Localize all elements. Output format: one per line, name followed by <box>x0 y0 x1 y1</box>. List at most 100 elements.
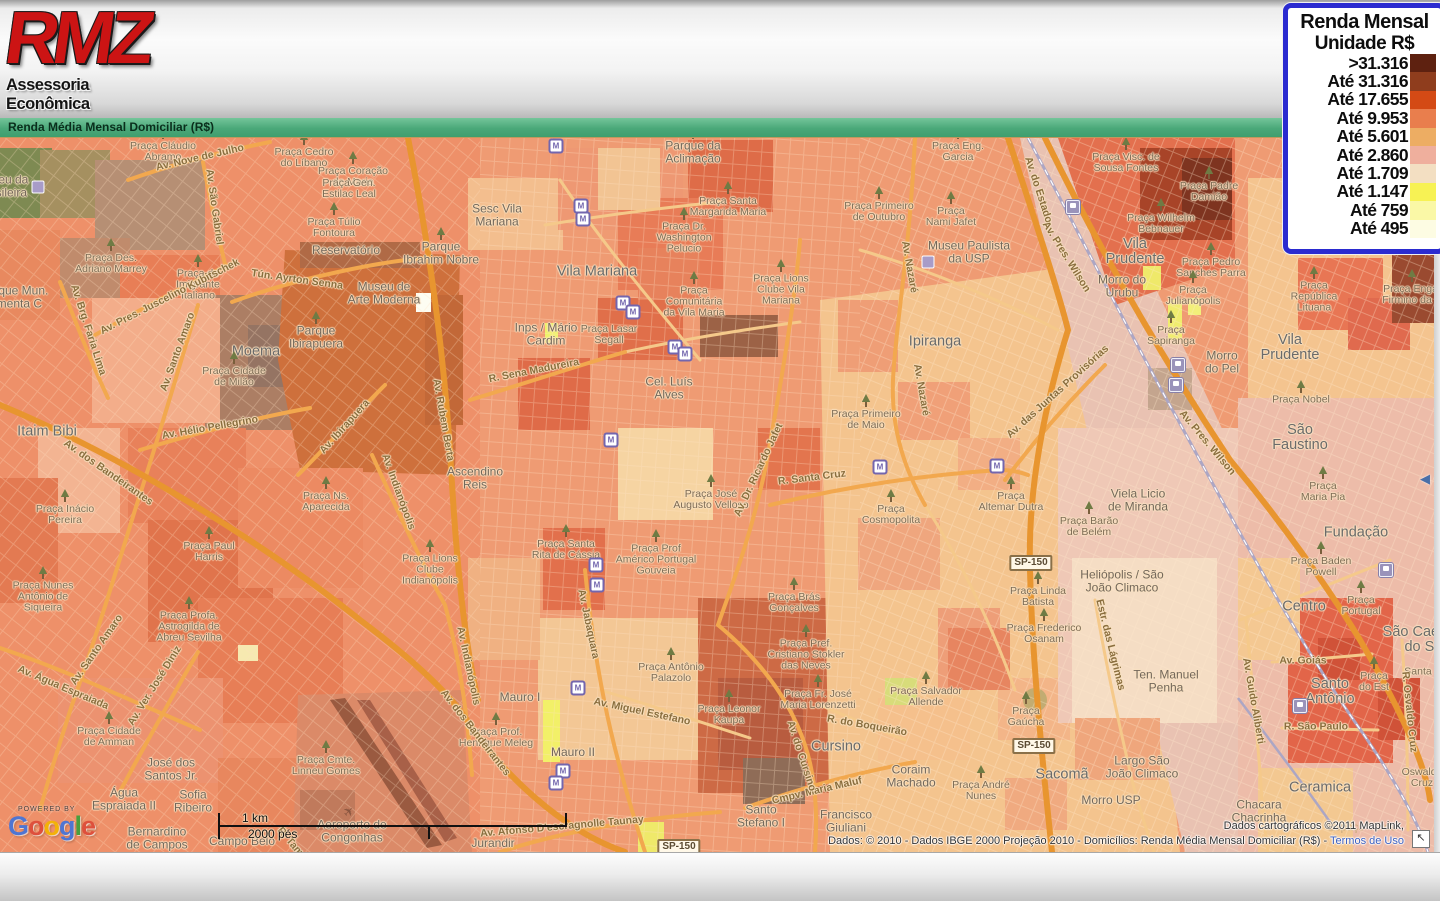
metro-station-icon: M <box>576 212 591 227</box>
map-label-road: R. Santa Cruz <box>777 468 846 487</box>
google-wordmark: Google <box>8 813 95 839</box>
map-label-area: Museu Paulista da USP <box>928 240 1010 265</box>
map-label-road: Estr. das Lágrimas <box>1093 598 1126 691</box>
tree-icon <box>348 151 358 164</box>
rmz-logo-text: RMZ <box>1 2 153 74</box>
route-shield: SP-150 <box>1009 555 1052 571</box>
map-label-praca: Praça Frederico Osanam <box>1007 623 1082 645</box>
map-label-praca: Praça Brás Gonçalves <box>768 592 820 614</box>
metro-station-icon: M <box>990 459 1005 474</box>
tree-icon <box>953 138 963 139</box>
map-canvas[interactable]: MoemaVila MarianaIpirangaItaim BibiCursi… <box>0 138 1434 852</box>
legend-swatch <box>1410 128 1436 146</box>
tree-icon <box>38 566 48 579</box>
legend-rows: >31.316Até 31.316Até 17.655Até 9.953Até … <box>1293 54 1436 238</box>
map-label-road: Av. Ibirapuera <box>318 398 372 457</box>
map-label-praca: Praça Paul Harris <box>183 541 234 563</box>
map-label-area: Viela Licio de Miranda <box>1108 488 1168 513</box>
tree-icon <box>1206 242 1216 255</box>
metro-station-icon: M <box>549 776 564 791</box>
map-label-locality: Vila Prudente <box>1261 333 1320 363</box>
map-label-praca: Praça Eng. Garcia <box>932 141 984 163</box>
map-label-road: Av. Nazaré <box>899 240 919 294</box>
map-label-area: Morro USP <box>1081 794 1140 807</box>
legend-swatch <box>1410 201 1436 219</box>
map-label-road: Av. Nazaré <box>911 363 931 417</box>
google-letter: e <box>81 811 95 841</box>
scale-km-label: 1 km <box>242 811 268 825</box>
map-label-praca: Praça Nami Jafet <box>926 206 976 228</box>
rmz-logo-subtitle: Assessoria Econômica <box>6 76 166 114</box>
map-label-road: Av. São Gabriel <box>203 168 225 245</box>
map-label-area: José dos Santos Jr. <box>144 757 197 782</box>
map-label-area: Ascendino Reis <box>447 466 503 491</box>
legend-swatch <box>1410 164 1436 182</box>
map-label-praca: Praça Cidade de Amman <box>77 726 141 748</box>
tree-icon <box>229 351 239 364</box>
google-logo[interactable]: POWERED BY Google <box>8 806 95 839</box>
legend-row: >31.316 <box>1293 54 1436 72</box>
map-label-area: Morro do Pel <box>1205 350 1239 375</box>
map-label-praca: Praça Des. Adriano Marrey <box>75 253 147 275</box>
map-label-layer: MoemaVila MarianaIpirangaItaim BibiCursi… <box>0 138 1434 852</box>
map-label-praca: Praça André Nunes <box>952 780 1010 802</box>
map-label-praca: Praça Gen. Estilac Leal <box>322 178 376 200</box>
tree-icon <box>723 181 733 194</box>
map-label-praca: Praça Wilhelm Bebnauer <box>1127 213 1195 235</box>
google-letter: G <box>8 811 28 841</box>
tree-icon <box>491 712 501 725</box>
map-label-locality: Ceramica <box>1289 781 1351 796</box>
map-label-praca: Praça Cedro do Líbano <box>275 147 334 169</box>
map-label-praca: Oswaldo Cruz <box>1402 767 1434 789</box>
train-station-icon <box>1171 358 1185 372</box>
tree-icon <box>184 596 194 609</box>
map-label-locality: Ipiranga <box>909 335 961 350</box>
map-label-praca: Praça República Lituana <box>1291 281 1338 314</box>
map-label-road: Av. Indianópolis <box>379 453 417 532</box>
map-label-road: Av. Guido Aliberti <box>1240 657 1266 745</box>
map-label-praca: Praça Profa. Astrogilda de Abreu Sevilha <box>156 611 221 644</box>
map-label-praca: Praça Enga. Firmino da S <box>1382 284 1434 306</box>
map-label-locality: Santo Antônio <box>1305 677 1354 707</box>
tree-icon <box>689 271 699 284</box>
metro-station-icon: M <box>604 433 619 448</box>
legend-row: Até 1.709 <box>1293 164 1436 182</box>
tree-icon <box>1156 198 1166 211</box>
tree-icon <box>1084 501 1094 514</box>
map-label-road: Av. do Cursino <box>784 719 817 792</box>
map-label-praca: Praça Cidade de Milão <box>202 366 266 388</box>
map-label-praca: Praça Prof Américo Portugal Gouveia <box>616 544 697 577</box>
tree-icon <box>789 577 799 590</box>
google-letter: o <box>44 811 60 841</box>
map-label-road: Av. Santo Amaro <box>159 311 198 393</box>
terms-of-use-link[interactable]: Termos de Uso <box>1330 835 1404 847</box>
map-scale-bar: 1 km 2000 pés <box>218 813 570 841</box>
tree-icon <box>1356 580 1366 593</box>
tree-icon <box>1407 269 1417 282</box>
map-label-locality: São Faustino <box>1272 423 1328 453</box>
tree-icon <box>921 671 931 684</box>
legend-swatch <box>1410 109 1436 127</box>
legend-label: Até 495 <box>1350 218 1408 239</box>
google-letter: o <box>28 811 44 841</box>
map-label-praca: Praça Primeiro de Maio <box>831 409 900 431</box>
tree-icon <box>1316 541 1326 554</box>
map-label-road: Av. Pres. Wilson <box>1177 408 1238 477</box>
scale-tick-middle <box>428 825 430 839</box>
map-label-praca: Praça Pref. Cristiano Stokler das Neves <box>767 639 844 672</box>
train-station-icon <box>1066 200 1080 214</box>
map-label-praca: Praça Gaúcha <box>1008 706 1045 728</box>
google-letter: g <box>59 811 75 841</box>
map-label-praca: Praça Nobel <box>1272 395 1330 406</box>
map-label-praca: Praça Pedro Sanches Parra <box>1176 257 1245 279</box>
attribution-expand-icon[interactable]: ↖ <box>1412 830 1430 848</box>
map-label-area: Sesc Vila Mariana <box>472 203 522 228</box>
tree-icon <box>976 765 986 778</box>
pan-left-icon[interactable]: ◀ <box>1420 471 1430 487</box>
tree-icon <box>801 624 811 637</box>
map-label-locality: Centro <box>1282 600 1326 615</box>
tree-icon <box>561 524 571 537</box>
map-label-area: Largo São João Climaco <box>1106 755 1179 780</box>
app-header: RMZ Assessoria Econômica <box>0 0 1440 119</box>
tree-icon <box>724 689 734 702</box>
